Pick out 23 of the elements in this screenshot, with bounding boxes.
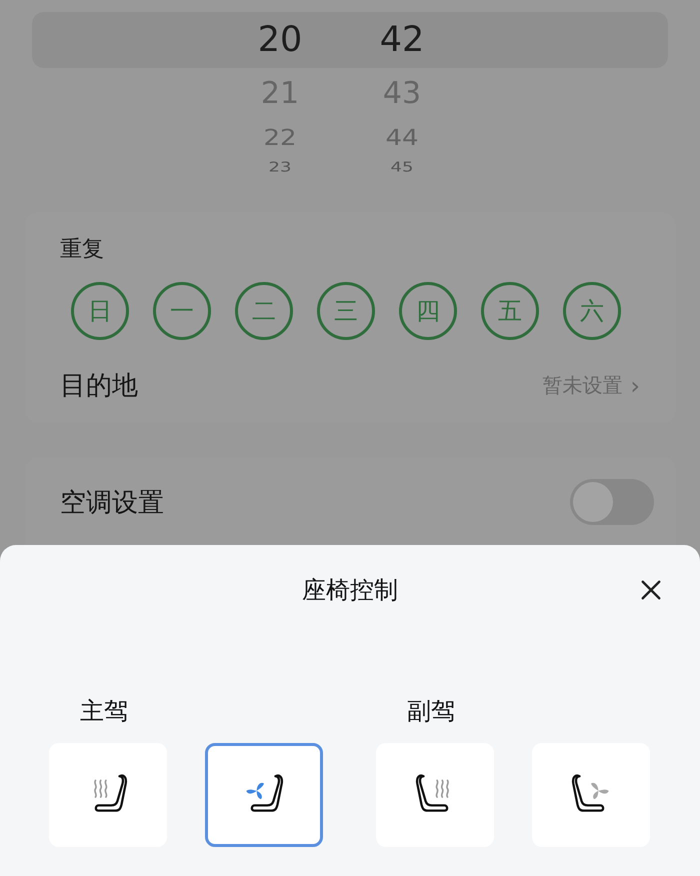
- weekday-toggle[interactable]: 四: [399, 282, 457, 340]
- seat-label: 主驾: [80, 696, 129, 727]
- seat-ventilation-button[interactable]: [205, 743, 323, 847]
- minute-value[interactable]: 42: [362, 20, 442, 60]
- weekday-toggle[interactable]: 六: [563, 282, 621, 340]
- climate-label: 空调设置: [60, 486, 164, 520]
- seat-heating-button[interactable]: [376, 743, 494, 847]
- sheet-title: 座椅控制: [302, 575, 398, 606]
- hour-value[interactable]: 23: [240, 159, 320, 175]
- weekday-toggle[interactable]: 日: [71, 282, 129, 340]
- minute-value[interactable]: 45: [362, 159, 442, 175]
- seat-heating-button[interactable]: [49, 743, 167, 847]
- hour-value[interactable]: 20: [240, 20, 320, 60]
- destination-label: 目的地: [60, 370, 139, 403]
- chevron-icon[interactable]: ›: [630, 372, 640, 400]
- seat-label: 副驾: [407, 696, 456, 727]
- climate-toggle[interactable]: [570, 479, 654, 525]
- section-title: 重复: [60, 236, 105, 264]
- weekday-toggle[interactable]: 五: [481, 282, 539, 340]
- weekday-toggle[interactable]: 三: [317, 282, 375, 340]
- weekday-toggle[interactable]: 一: [153, 282, 211, 340]
- close-icon[interactable]: [640, 579, 662, 601]
- weekday-toggle[interactable]: 二: [235, 282, 293, 340]
